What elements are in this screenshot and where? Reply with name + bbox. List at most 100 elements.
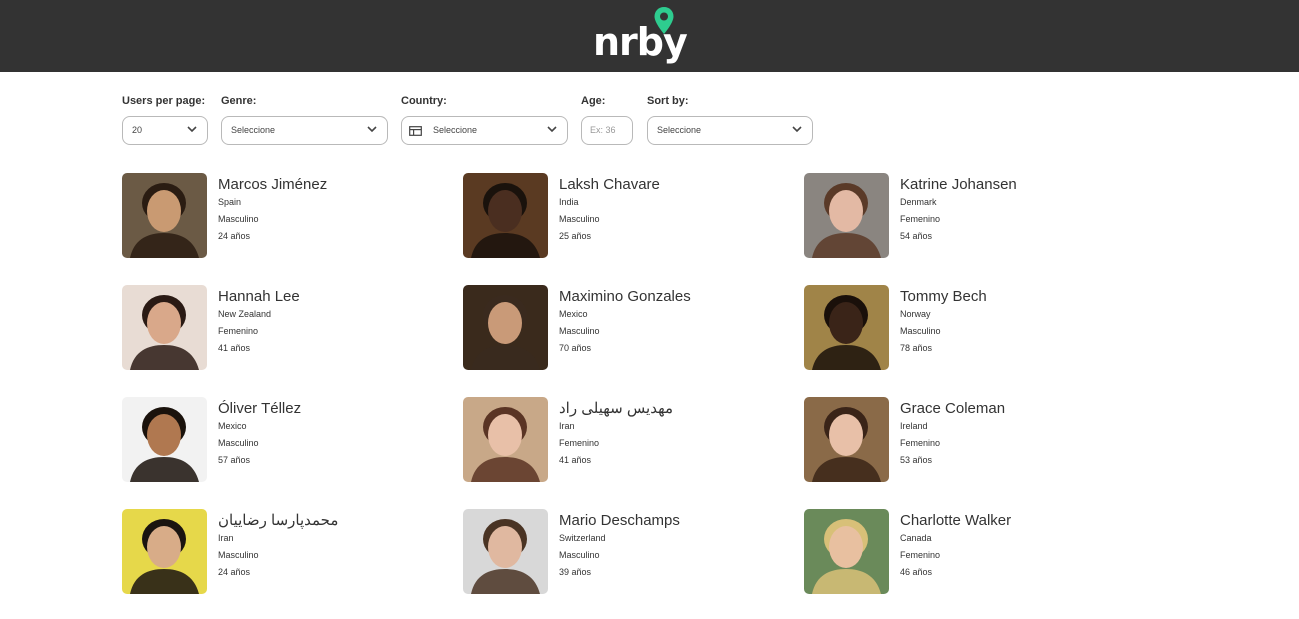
user-avatar[interactable] bbox=[463, 509, 548, 594]
user-country: India bbox=[559, 197, 579, 207]
user-name[interactable]: Maximino Gonzales bbox=[559, 288, 691, 306]
user-country: Ireland bbox=[900, 421, 928, 431]
user-avatar[interactable] bbox=[804, 285, 889, 370]
user-card[interactable]: Marcos Jiménez Spain Masculino 24 años bbox=[122, 173, 422, 259]
user-card[interactable]: مهدیس سهیلی راد Iran Femenino 41 años bbox=[463, 397, 763, 483]
user-info: محمدپارسا رضاییان Iran Masculino 24 años bbox=[218, 512, 338, 581]
user-info: Hannah Lee New Zealand Femenino 41 años bbox=[218, 288, 300, 357]
app-logo[interactable]: nrby bbox=[593, 6, 688, 66]
age-label: Age: bbox=[581, 95, 606, 107]
user-country: Iran bbox=[559, 421, 575, 431]
sort-by-label: Sort by: bbox=[647, 95, 689, 107]
sort-by-filter: Sort by: Seleccione bbox=[647, 94, 813, 145]
user-info: Grace Coleman Ireland Femenino 53 años bbox=[900, 400, 1005, 469]
user-gender: Masculino bbox=[559, 550, 600, 560]
chevron-down-icon bbox=[547, 126, 557, 133]
user-card[interactable]: Maximino Gonzales Mexico Masculino 70 años bbox=[463, 285, 763, 371]
user-gender: Femenino bbox=[559, 438, 600, 448]
user-name[interactable]: مهدیس سهیلی راد bbox=[559, 400, 673, 418]
user-avatar[interactable] bbox=[804, 173, 889, 258]
chevron-down-icon bbox=[367, 126, 377, 133]
user-gender: Femenino bbox=[218, 326, 259, 336]
user-info: Mario Deschamps Switzerland Masculino 39 añ… bbox=[559, 512, 680, 581]
user-age: 25 años bbox=[559, 231, 592, 241]
user-card[interactable]: Katrine Johansen Denmark Femenino 54 años bbox=[804, 173, 1104, 259]
user-country: New Zealand bbox=[218, 309, 272, 319]
user-card[interactable]: Laksh Chavare India Masculino 25 años bbox=[463, 173, 763, 259]
user-gender: Masculino bbox=[218, 550, 259, 560]
user-age: 41 años bbox=[218, 343, 251, 353]
user-name[interactable]: Tommy Bech bbox=[900, 288, 987, 306]
user-age: 57 años bbox=[218, 455, 251, 465]
user-info: Óliver Téllez Mexico Masculino 57 años bbox=[218, 400, 301, 469]
user-country: Switzerland bbox=[559, 533, 606, 543]
user-gender: Femenino bbox=[900, 214, 941, 224]
users-per-page-select[interactable]: 20 bbox=[122, 116, 208, 145]
age-placeholder: Ex: 36 bbox=[590, 125, 616, 135]
user-avatar[interactable] bbox=[804, 397, 889, 482]
country-value: Seleccione bbox=[433, 125, 478, 135]
user-country: Spain bbox=[218, 197, 242, 207]
user-card[interactable]: Tommy Bech Norway Masculino 78 años bbox=[804, 285, 1104, 371]
user-avatar[interactable] bbox=[463, 397, 548, 482]
user-name[interactable]: Óliver Téllez bbox=[218, 400, 301, 418]
chevron-down-icon bbox=[187, 126, 197, 133]
user-info: Charlotte Walker Canada Femenino 46 años bbox=[900, 512, 1011, 581]
user-info: Marcos Jiménez Spain Masculino 24 años bbox=[218, 176, 327, 245]
user-name[interactable]: Charlotte Walker bbox=[900, 512, 1011, 530]
user-card[interactable]: Grace Coleman Ireland Femenino 53 años bbox=[804, 397, 1104, 483]
country-filter: Country: Seleccione bbox=[401, 94, 568, 145]
country-label: Country: bbox=[401, 95, 447, 107]
filters-bar: Users per page: 20 Genre: Seleccione Cou… bbox=[122, 94, 1222, 154]
user-card[interactable]: Óliver Téllez Mexico Masculino 57 años bbox=[122, 397, 422, 483]
user-gender: Masculino bbox=[900, 326, 941, 336]
genre-label: Genre: bbox=[221, 95, 257, 107]
age-input[interactable]: Ex: 36 bbox=[581, 116, 633, 145]
user-name[interactable]: Mario Deschamps bbox=[559, 512, 680, 530]
age-filter: Age: Ex: 36 bbox=[581, 94, 633, 145]
user-avatar[interactable] bbox=[463, 173, 548, 258]
sort-by-value: Seleccione bbox=[657, 125, 702, 135]
user-avatar[interactable] bbox=[122, 285, 207, 370]
user-avatar[interactable] bbox=[804, 509, 889, 594]
users-per-page-value: 20 bbox=[132, 125, 143, 135]
location-pin-icon bbox=[654, 7, 674, 34]
user-gender: Femenino bbox=[900, 550, 941, 560]
user-country: Mexico bbox=[559, 309, 588, 319]
user-info: Tommy Bech Norway Masculino 78 años bbox=[900, 288, 987, 357]
user-avatar[interactable] bbox=[122, 509, 207, 594]
app-header: nrby bbox=[0, 0, 1299, 72]
sort-by-select[interactable]: Seleccione bbox=[647, 116, 813, 145]
user-age: 78 años bbox=[900, 343, 933, 353]
user-name[interactable]: Marcos Jiménez bbox=[218, 176, 327, 194]
genre-select[interactable]: Seleccione bbox=[221, 116, 388, 145]
user-gender: Masculino bbox=[218, 438, 259, 448]
user-name[interactable]: Laksh Chavare bbox=[559, 176, 660, 194]
user-card[interactable]: محمدپارسا رضاییان Iran Masculino 24 años bbox=[122, 509, 422, 595]
user-info: مهدیس سهیلی راد Iran Femenino 41 años bbox=[559, 400, 673, 469]
user-card[interactable]: Hannah Lee New Zealand Femenino 41 años bbox=[122, 285, 422, 371]
user-country: Canada bbox=[900, 533, 932, 543]
user-card[interactable]: Charlotte Walker Canada Femenino 46 años bbox=[804, 509, 1104, 595]
user-age: 39 años bbox=[559, 567, 592, 577]
user-info: Laksh Chavare India Masculino 25 años bbox=[559, 176, 660, 245]
chevron-down-icon bbox=[792, 126, 802, 133]
user-name[interactable]: Hannah Lee bbox=[218, 288, 300, 306]
users-per-page-label: Users per page: bbox=[122, 95, 206, 107]
user-age: 46 años bbox=[900, 567, 933, 577]
user-country: Iran bbox=[218, 533, 234, 543]
user-age: 24 años bbox=[218, 567, 251, 577]
user-age: 70 años bbox=[559, 343, 592, 353]
flag-placeholder-icon bbox=[409, 126, 422, 136]
user-avatar[interactable] bbox=[122, 173, 207, 258]
user-gender: Femenino bbox=[900, 438, 941, 448]
user-name[interactable]: محمدپارسا رضاییان bbox=[218, 512, 338, 530]
user-info: Katrine Johansen Denmark Femenino 54 años bbox=[900, 176, 1017, 245]
user-name[interactable]: Katrine Johansen bbox=[900, 176, 1017, 194]
user-avatar[interactable] bbox=[463, 285, 548, 370]
genre-value: Seleccione bbox=[231, 125, 276, 135]
country-select[interactable]: Seleccione bbox=[401, 116, 568, 145]
user-avatar[interactable] bbox=[122, 397, 207, 482]
user-card[interactable]: Mario Deschamps Switzerland Masculino 39 añ… bbox=[463, 509, 763, 595]
user-name[interactable]: Grace Coleman bbox=[900, 400, 1005, 418]
